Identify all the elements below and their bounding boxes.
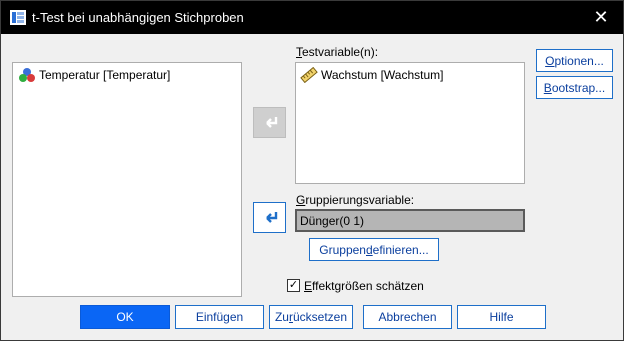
list-item[interactable]: Temperatur [Temperatur] xyxy=(18,67,170,83)
spss-app-icon xyxy=(10,10,26,25)
test-variables-list[interactable]: Wachstum [Wachstum] xyxy=(295,62,525,184)
options-button[interactable]: Optionen... xyxy=(536,49,613,72)
move-to-test-variables-button[interactable] xyxy=(253,107,286,138)
grouping-variable-label: Gruppierungsvariable: xyxy=(296,193,415,207)
reset-button[interactable]: Zu r ücksetzen xyxy=(269,305,353,329)
ok-button[interactable]: OK xyxy=(80,305,170,329)
grouping-variable-field[interactable]: Dünger(0 1) xyxy=(295,209,525,232)
close-icon: ✕ xyxy=(593,7,609,27)
test-variables-label: Testvariable(n): xyxy=(296,45,379,59)
source-variable-list[interactable]: Temperatur [Temperatur] xyxy=(12,62,242,297)
list-item[interactable]: Wachstum [Wachstum] xyxy=(300,67,443,83)
window-title: t-Test bei unabhängigen Stichproben xyxy=(32,10,244,25)
arrow-left-icon xyxy=(265,211,277,223)
effect-size-checkbox[interactable]: ✓ xyxy=(287,279,300,292)
define-groups-button[interactable]: Gruppen d efinieren... xyxy=(309,238,439,261)
arrow-right-icon xyxy=(265,116,277,128)
help-button[interactable]: Hilfe xyxy=(457,305,546,329)
list-item-label: Temperatur [Temperatur] xyxy=(39,68,171,82)
close-button[interactable]: ✕ xyxy=(579,1,623,34)
bootstrap-button[interactable]: Bootstrap... xyxy=(536,76,613,99)
title-bar: t-Test bei unabhängigen Stichproben ✕ xyxy=(1,1,623,34)
scale-ruler-icon xyxy=(300,67,318,83)
move-to-grouping-variable-button[interactable] xyxy=(253,202,286,233)
list-item-label: Wachstum [Wachstum] xyxy=(321,68,444,82)
cancel-button[interactable]: Abbrechen xyxy=(363,305,452,329)
check-icon: ✓ xyxy=(288,279,299,291)
dialog-window: t-Test bei unabhängigen Stichproben ✕ Te… xyxy=(0,0,624,341)
effect-size-label: Effektgrößen schätzen xyxy=(304,279,424,293)
paste-button[interactable]: Einfügen xyxy=(175,305,264,329)
nominal-variable-icon xyxy=(19,68,35,82)
